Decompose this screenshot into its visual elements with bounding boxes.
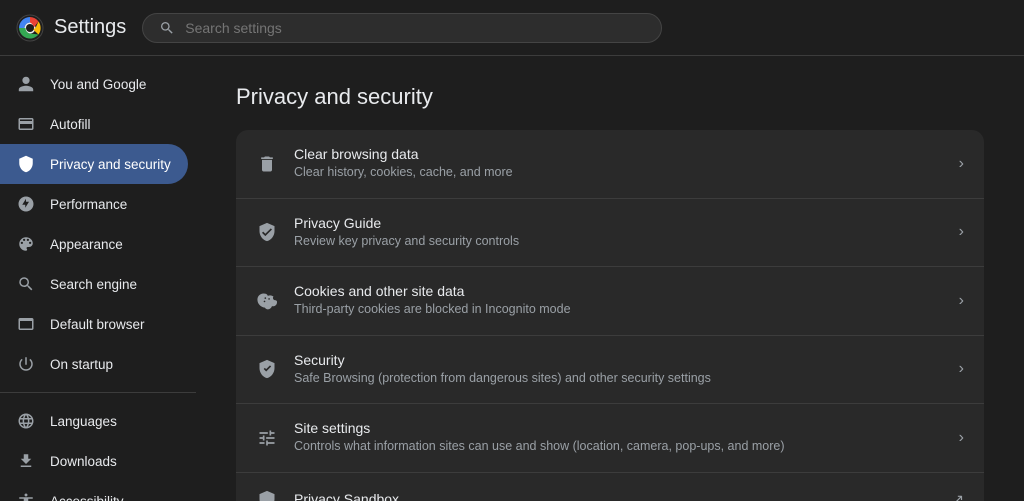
- delete-icon: [256, 153, 278, 175]
- chevron-right-icon: ›: [959, 360, 964, 378]
- sandbox-icon: [256, 489, 278, 501]
- sidebar-item-on-startup[interactable]: On startup: [0, 344, 188, 384]
- settings-item-subtitle: Safe Browsing (protection from dangerous…: [294, 370, 943, 388]
- settings-item-content: Security Safe Browsing (protection from …: [294, 352, 943, 388]
- globe-icon: [16, 411, 36, 431]
- app-title: Settings: [54, 16, 126, 39]
- header: Settings: [0, 0, 1024, 56]
- settings-item-subtitle: Third-party cookies are blocked in Incog…: [294, 301, 943, 319]
- accessibility-icon: [16, 491, 36, 501]
- settings-item-content: Clear browsing data Clear history, cooki…: [294, 146, 943, 182]
- sidebar-item-appearance[interactable]: Appearance: [0, 224, 188, 264]
- sidebar-item-downloads[interactable]: Downloads: [0, 441, 188, 481]
- sidebar-item-autofill[interactable]: Autofill: [0, 104, 188, 144]
- settings-item-title: Privacy Guide: [294, 215, 943, 231]
- settings-item-title: Site settings: [294, 420, 943, 436]
- palette-icon: [16, 234, 36, 254]
- settings-item-content: Cookies and other site data Third-party …: [294, 283, 943, 319]
- settings-item-cookies[interactable]: Cookies and other site data Third-party …: [236, 267, 984, 336]
- sidebar-item-label: Default browser: [50, 317, 145, 332]
- cookie-icon: [256, 290, 278, 312]
- chevron-right-icon: ›: [959, 223, 964, 241]
- sidebar-item-label: On startup: [50, 357, 113, 372]
- sidebar-item-default-browser[interactable]: Default browser: [0, 304, 188, 344]
- settings-item-security[interactable]: Security Safe Browsing (protection from …: [236, 336, 984, 405]
- settings-item-title: Cookies and other site data: [294, 283, 943, 299]
- logo: Settings: [16, 14, 126, 42]
- settings-item-privacy-guide[interactable]: Privacy Guide Review key privacy and sec…: [236, 199, 984, 268]
- sidebar-divider: [0, 392, 196, 393]
- settings-item-content: Privacy Sandbox: [294, 491, 936, 501]
- sidebar-item-label: Downloads: [50, 454, 117, 469]
- chevron-right-icon: ›: [959, 429, 964, 447]
- sidebar-item-label: Autofill: [50, 117, 91, 132]
- settings-item-content: Site settings Controls what information …: [294, 420, 943, 456]
- power-icon: [16, 354, 36, 374]
- sidebar-item-search-engine[interactable]: Search engine: [0, 264, 188, 304]
- settings-item-subtitle: Review key privacy and security controls: [294, 233, 943, 251]
- chevron-right-icon: ›: [959, 155, 964, 173]
- external-link-icon: ↗: [952, 491, 964, 501]
- sliders-icon: [256, 427, 278, 449]
- settings-card: Clear browsing data Clear history, cooki…: [236, 130, 984, 501]
- sidebar: You and Google Autofill Privacy and secu…: [0, 56, 196, 501]
- settings-item-title: Security: [294, 352, 943, 368]
- chrome-logo-icon: [16, 14, 44, 42]
- person-icon: [16, 74, 36, 94]
- security-icon: [256, 358, 278, 380]
- sidebar-item-languages[interactable]: Languages: [0, 401, 188, 441]
- page-title: Privacy and security: [236, 84, 984, 110]
- sidebar-item-label: Performance: [50, 197, 127, 212]
- browser-icon: [16, 314, 36, 334]
- download-icon: [16, 451, 36, 471]
- settings-item-privacy-sandbox[interactable]: Privacy Sandbox ↗: [236, 473, 984, 501]
- settings-item-subtitle: Controls what information sites can use …: [294, 438, 943, 456]
- sidebar-item-performance[interactable]: Performance: [0, 184, 188, 224]
- shield-icon: [16, 154, 36, 174]
- sidebar-item-label: Privacy and security: [50, 157, 171, 172]
- sidebar-item-label: Search engine: [50, 277, 137, 292]
- settings-item-title: Privacy Sandbox: [294, 491, 936, 501]
- gauge-icon: [16, 194, 36, 214]
- settings-item-site-settings[interactable]: Site settings Controls what information …: [236, 404, 984, 473]
- settings-item-clear-browsing-data[interactable]: Clear browsing data Clear history, cooki…: [236, 130, 984, 199]
- sidebar-item-accessibility[interactable]: Accessibility: [0, 481, 188, 501]
- sidebar-item-label: You and Google: [50, 77, 146, 92]
- sidebar-item-label: Accessibility: [50, 494, 124, 501]
- settings-item-subtitle: Clear history, cookies, cache, and more: [294, 164, 943, 182]
- search-engine-icon: [16, 274, 36, 294]
- main-content: Privacy and security Clear browsing data…: [196, 56, 1024, 501]
- card-icon: [16, 114, 36, 134]
- sidebar-item-privacy-and-security[interactable]: Privacy and security: [0, 144, 188, 184]
- privacy-guide-icon: [256, 221, 278, 243]
- sidebar-item-label: Languages: [50, 414, 117, 429]
- settings-item-title: Clear browsing data: [294, 146, 943, 162]
- main-layout: You and Google Autofill Privacy and secu…: [0, 56, 1024, 501]
- search-bar[interactable]: [142, 13, 662, 43]
- search-input[interactable]: [185, 20, 645, 36]
- settings-item-content: Privacy Guide Review key privacy and sec…: [294, 215, 943, 251]
- sidebar-item-label: Appearance: [50, 237, 123, 252]
- chevron-right-icon: ›: [959, 292, 964, 310]
- sidebar-item-you-and-google[interactable]: You and Google: [0, 64, 188, 104]
- search-icon: [159, 20, 175, 36]
